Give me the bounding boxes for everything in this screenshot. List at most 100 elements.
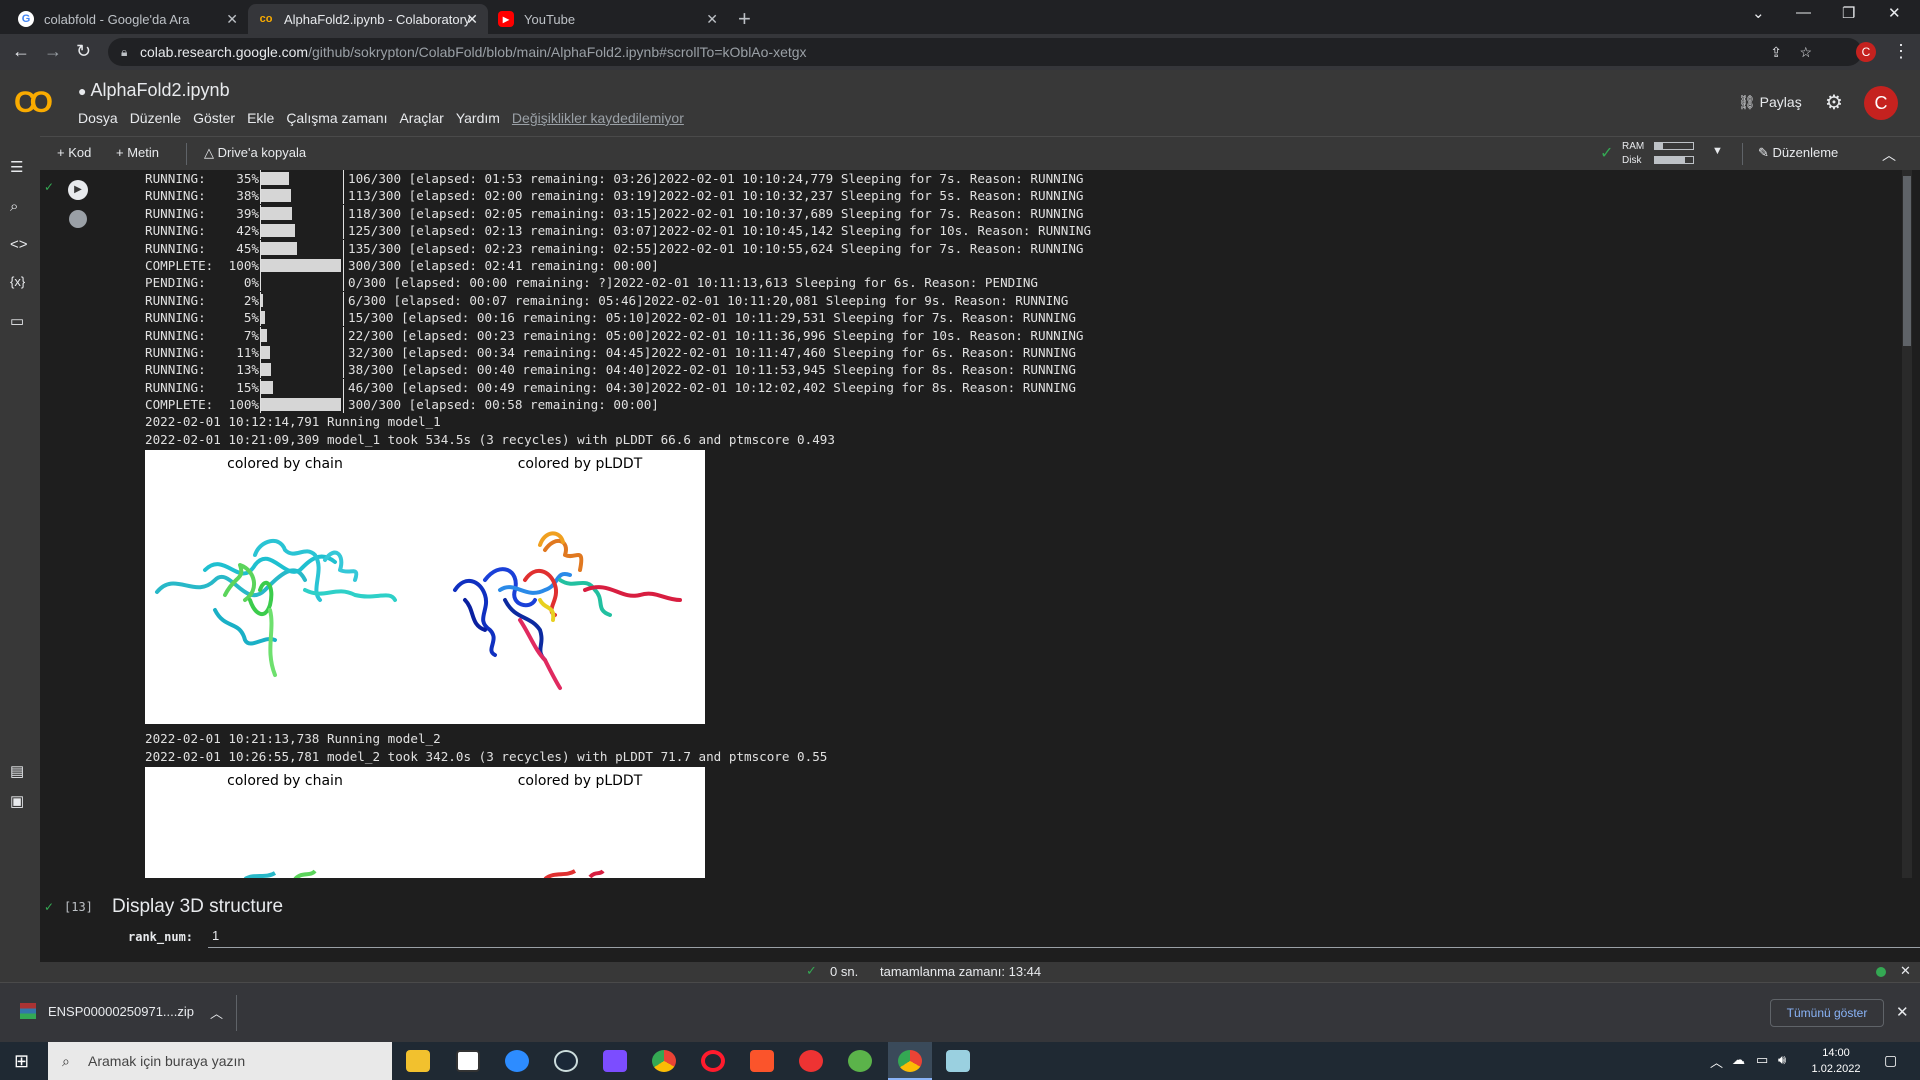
back-icon[interactable]: ← [12, 41, 30, 62]
reload-icon[interactable]: ↻ [76, 41, 91, 62]
model2-result-line: 2022-02-01 10:26:55,781 model_2 took 342… [145, 748, 828, 764]
chevron-up-icon[interactable]: ︿ [210, 1003, 223, 1022]
log-progress-fill [261, 328, 267, 342]
settings-gear-icon[interactable]: ⚙︎ [1825, 90, 1843, 115]
network-icon[interactable]: ▭ [1756, 1052, 1768, 1068]
log-counter: 46/300 [348, 379, 394, 395]
windows-start-icon[interactable]: ⊞ [14, 1051, 29, 1072]
show-all-downloads-button[interactable]: Tümünü göster [1770, 999, 1884, 1027]
user-avatar[interactable]: C [1864, 86, 1898, 120]
tab-google-search[interactable]: G colabfold - Google'da Ara ✕ [8, 4, 248, 34]
menu-file[interactable]: Dosya [78, 110, 118, 126]
browser-menu-icon[interactable]: ⋮ [1892, 41, 1910, 62]
filezilla-icon[interactable] [799, 1050, 823, 1072]
progress-log-line: RUNNING: 35% 106/300 [elapsed: 01:53 remai… [145, 170, 1920, 187]
log-progress-bar [260, 291, 344, 309]
log-details: [elapsed: 00:40 remaining: 04:40]2022-02… [401, 362, 1076, 378]
add-text-button[interactable]: + Metin [116, 145, 159, 160]
visual-studio-icon[interactable] [603, 1050, 627, 1072]
bookmark-star-icon[interactable]: ☆ [1799, 38, 1812, 66]
log-status: RUNNING: [145, 379, 206, 395]
close-status-icon[interactable]: ✕ [1900, 963, 1911, 979]
notifications-icon[interactable]: ▢ [1884, 1052, 1897, 1069]
tab-search-icon[interactable]: ⌄ [1752, 4, 1765, 22]
share-button[interactable]: ⛓︎ Paylaş [1738, 94, 1802, 111]
tray-overflow-icon[interactable]: ︿ [1710, 1052, 1723, 1071]
menu-bar: Dosya Düzenle Göster Ekle Çalışma zamanı… [72, 110, 690, 126]
restore-icon[interactable]: ❐ [1842, 4, 1855, 22]
close-download-bar-icon[interactable]: ✕ [1896, 1003, 1909, 1021]
menu-help[interactable]: Yardım [456, 110, 500, 126]
tab-title: YouTube [524, 11, 576, 27]
log-status: RUNNING: [145, 205, 206, 221]
copy-to-drive-button[interactable]: △ Drive'a kopyala [204, 145, 306, 161]
tab-title: AlphaFold2.ipynb - Colaboratory [284, 11, 471, 27]
utorrent-icon[interactable] [848, 1050, 872, 1072]
output-scrollbar[interactable] [1902, 170, 1912, 878]
menu-edit[interactable]: Düzenle [130, 110, 181, 126]
onedrive-icon[interactable]: ☁︎ [1732, 1052, 1745, 1068]
log-progress-bar [260, 204, 344, 222]
file-explorer-icon[interactable] [406, 1050, 430, 1072]
display-3d-structure-cell[interactable]: ✓ [13] Display 3D structure rank_num: 1 … [40, 894, 1920, 962]
log-details: [elapsed: 02:23 remaining: 02:55]2022-02… [408, 240, 1084, 256]
resource-monitor[interactable]: RAM Disk [1622, 140, 1694, 168]
files-folder-icon[interactable]: ▭ [10, 312, 24, 330]
log-progress-fill [261, 363, 271, 377]
close-tab-icon[interactable]: ✕ [466, 11, 478, 28]
menu-view[interactable]: Göster [193, 110, 235, 126]
unsaved-changes-link[interactable]: Değişiklikler kaydedilemiyor [512, 110, 684, 126]
zoom-icon[interactable] [505, 1050, 529, 1072]
add-code-button[interactable]: + Kod [57, 145, 91, 160]
runtime-dropdown-icon[interactable]: ▼ [1712, 145, 1723, 157]
command-palette-icon[interactable]: ▤ [10, 762, 24, 780]
menu-insert[interactable]: Ekle [247, 110, 274, 126]
log-status: RUNNING: [145, 327, 206, 343]
volume-icon[interactable]: 🔊︎ [1778, 1052, 1786, 1068]
rank-num-dropdown[interactable]: 1 ▼ [208, 928, 1920, 948]
log-percent: 7% [243, 327, 259, 343]
taskbar-search-box[interactable]: ⌕ Aramak için buraya yazın [48, 1042, 392, 1080]
log-progress-fill [261, 189, 291, 203]
tab-youtube[interactable]: ▶ YouTube ✕ [488, 4, 728, 34]
scrollbar-thumb[interactable] [1903, 176, 1911, 346]
clock[interactable]: 14:00 1.02.2022 [1800, 1045, 1872, 1077]
notebook-title[interactable]: ● AlphaFold2.ipynb [78, 80, 230, 101]
tab-colab[interactable]: co AlphaFold2.ipynb - Colaboratory ✕ [248, 4, 488, 34]
download-item[interactable]: ENSP00000250971....zip ︿ [10, 995, 234, 1031]
code-snippets-icon[interactable]: <> [10, 236, 28, 253]
ram-usage-bar [1654, 142, 1694, 151]
close-window-icon[interactable]: ✕ [1888, 4, 1901, 22]
forward-icon[interactable]: → [44, 41, 62, 62]
variables-icon[interactable]: {x} [10, 274, 25, 289]
steam-icon[interactable] [554, 1050, 578, 1072]
minimize-icon[interactable]: — [1796, 4, 1811, 21]
notepad-icon[interactable] [946, 1050, 970, 1072]
close-tab-icon[interactable]: ✕ [226, 11, 238, 28]
log-progress-bar [260, 239, 344, 257]
log-counter: 135/300 [348, 240, 402, 256]
active-chrome-taskbar-item[interactable] [888, 1042, 932, 1080]
address-bar[interactable]: 🔒︎ colab.research.google.com/github/sokr… [108, 38, 1862, 66]
new-tab-button[interactable]: + [738, 6, 751, 32]
close-tab-icon[interactable]: ✕ [706, 11, 718, 28]
opera-icon[interactable] [701, 1050, 725, 1072]
log-counter: 113/300 [348, 188, 402, 204]
log-progress-bar [260, 274, 344, 292]
run-cell-button[interactable]: ▶ [68, 180, 88, 200]
edit-mode-button[interactable]: ✎ Düzenleme [1758, 145, 1838, 161]
collapse-header-icon[interactable]: ︿ [1882, 145, 1896, 165]
colab-logo[interactable]: CO [14, 86, 53, 120]
terminal-icon[interactable]: ▣ [10, 792, 24, 810]
share-page-icon[interactable]: ⇪ [1770, 38, 1782, 66]
table-of-contents-icon[interactable]: ☰ [10, 158, 23, 176]
menu-tools[interactable]: Araçlar [399, 110, 443, 126]
brave-icon[interactable] [750, 1050, 774, 1072]
google-icon: G [18, 11, 34, 27]
search-icon[interactable]: ⌕ [10, 198, 18, 215]
menu-runtime[interactable]: Çalışma zamanı [286, 110, 387, 126]
profile-avatar[interactable]: C [1856, 42, 1876, 62]
chrome-icon[interactable] [652, 1050, 676, 1072]
bing-app-icon[interactable] [456, 1050, 480, 1072]
output-avatar-icon [69, 210, 87, 228]
